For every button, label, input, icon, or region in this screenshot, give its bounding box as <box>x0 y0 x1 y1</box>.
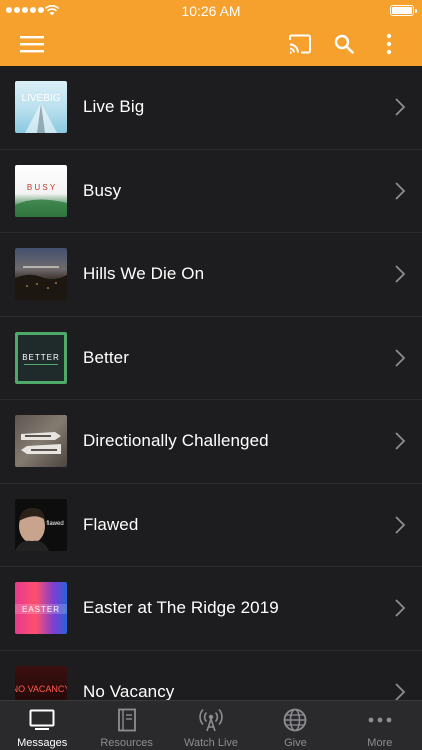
message-series-list: LIVEBIG Live Big B U S Y Busy Hills We D… <box>0 66 422 700</box>
list-item[interactable]: LIVEBIG Live Big <box>0 66 422 150</box>
book-icon <box>117 708 136 732</box>
app-bar <box>0 22 422 66</box>
series-title: Hills We Die On <box>83 264 205 284</box>
series-title: Flawed <box>83 514 139 534</box>
tab-label: Messages <box>17 737 68 749</box>
list-item[interactable]: EASTER Easter at The Ridge 2019 <box>0 567 422 651</box>
series-title: Live Big <box>83 97 145 117</box>
tab-messages[interactable]: Messages <box>0 701 84 750</box>
thumbnail-text: NO VACANCY <box>15 684 67 694</box>
status-bar: 10:26 AM <box>0 0 422 22</box>
tab-watch-live[interactable]: Watch Live <box>169 701 253 750</box>
list-item[interactable]: flawed Flawed <box>0 484 422 567</box>
series-title: Better <box>83 347 129 367</box>
tab-more[interactable]: More <box>338 701 422 750</box>
cast-button[interactable] <box>280 22 320 66</box>
globe-icon <box>284 708 307 732</box>
tab-label: Give <box>284 737 307 749</box>
series-thumbnail: flawed <box>15 498 67 551</box>
series-title: No Vacancy <box>83 681 175 700</box>
chevron-right-icon <box>395 599 406 617</box>
chevron-right-icon <box>395 349 406 367</box>
hamburger-menu-icon <box>20 36 44 53</box>
thumbnail-text: BETTER <box>22 353 60 362</box>
tab-label: More <box>367 737 393 749</box>
search-icon <box>334 34 354 54</box>
chevron-right-icon <box>395 182 406 200</box>
thumbnail-text: LIVEBIG <box>22 93 61 104</box>
tab-bar: Messages Resources Watch Live Give More <box>0 700 422 750</box>
list-item[interactable]: Directionally Challenged <box>0 400 422 484</box>
thumbnail-text: flawed <box>46 521 63 527</box>
tab-label: Watch Live <box>184 737 239 749</box>
chevron-right-icon <box>395 516 406 534</box>
chevron-right-icon <box>395 683 406 700</box>
series-thumbnail: BETTER <box>15 331 67 384</box>
series-thumbnail: LIVEBIG <box>15 81 67 134</box>
series-thumbnail: NO VACANCY <box>15 665 67 700</box>
series-thumbnail <box>15 415 67 468</box>
menu-button[interactable] <box>12 22 52 66</box>
tab-label: Resources <box>100 737 153 749</box>
series-title: Easter at The Ridge 2019 <box>83 598 279 618</box>
series-thumbnail: EASTER <box>15 582 67 635</box>
thumbnail-text: EASTER <box>22 605 60 614</box>
chevron-right-icon <box>395 98 406 116</box>
list-item[interactable]: B U S Y Busy <box>0 150 422 233</box>
tv-icon <box>29 709 55 730</box>
list-item[interactable]: Hills We Die On <box>0 233 422 317</box>
tab-give[interactable]: Give <box>253 701 337 750</box>
series-thumbnail <box>15 248 67 301</box>
cast-icon <box>289 34 311 54</box>
status-time: 10:26 AM <box>181 3 241 19</box>
tab-resources[interactable]: Resources <box>84 701 168 750</box>
chevron-right-icon <box>395 265 406 283</box>
list-item[interactable]: NO VACANCY No Vacancy <box>0 651 422 700</box>
top-bar: 10:26 AM <box>0 0 422 66</box>
search-button[interactable] <box>324 22 364 66</box>
list-item[interactable]: BETTER Better <box>0 317 422 400</box>
series-title: Busy <box>83 180 122 200</box>
thumbnail-text: B U S Y <box>27 183 56 192</box>
overflow-menu-button[interactable] <box>369 22 409 66</box>
ellipsis-icon <box>368 717 392 723</box>
series-title: Directionally Challenged <box>83 431 269 451</box>
series-thumbnail: B U S Y <box>15 164 67 217</box>
broadcast-icon <box>199 708 223 732</box>
vertical-ellipsis-icon <box>386 33 392 55</box>
battery-icon <box>390 5 417 16</box>
chevron-right-icon <box>395 432 406 450</box>
